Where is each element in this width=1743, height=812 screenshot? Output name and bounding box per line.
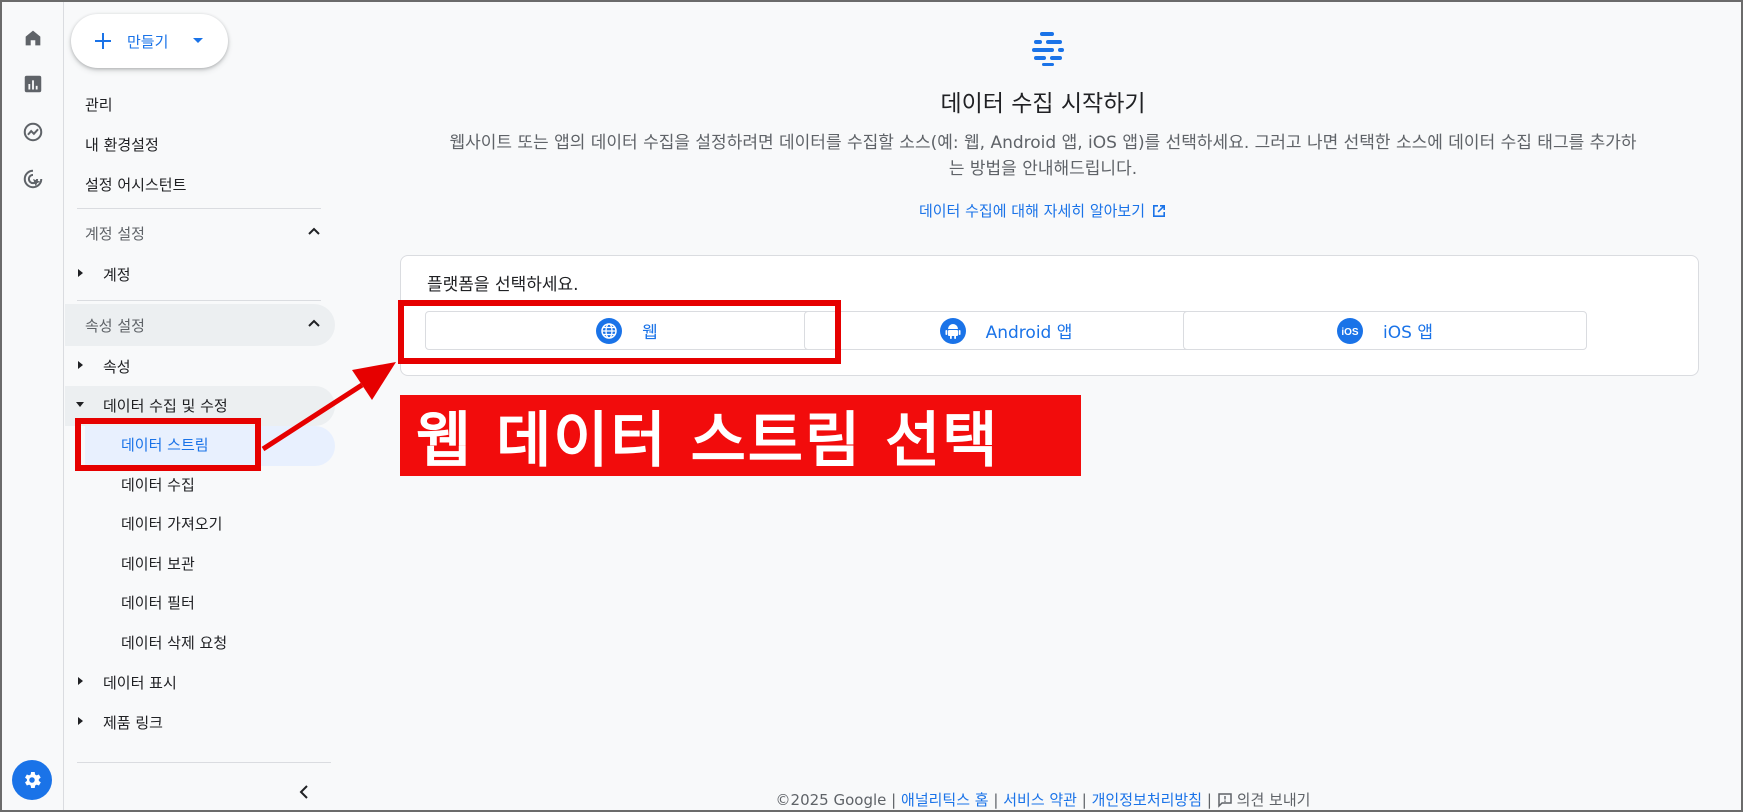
footer-separator: | bbox=[1206, 791, 1212, 809]
learn-more-link[interactable]: 데이터 수집에 대해 자세히 알아보기 bbox=[345, 200, 1741, 221]
expand-arrow-icon[interactable] bbox=[78, 677, 83, 685]
footer-link-analytics-home[interactable]: 애널리틱스 홈 bbox=[901, 791, 989, 809]
sidebar-item-data-retention[interactable]: 데이터 보관 bbox=[121, 553, 195, 574]
annotation-highlight-data-streams bbox=[75, 418, 261, 471]
explore-icon[interactable] bbox=[17, 116, 49, 148]
feedback-button[interactable]: 의견 보내기 bbox=[1217, 791, 1311, 809]
feedback-label: 의견 보내기 bbox=[1236, 791, 1311, 809]
nav-rail bbox=[2, 2, 64, 810]
section-title: 계정 설정 bbox=[85, 224, 145, 243]
reports-icon[interactable] bbox=[17, 68, 49, 100]
sidebar-item-property[interactable]: 속성 bbox=[103, 356, 131, 377]
sidebar-item-data-import[interactable]: 데이터 가져오기 bbox=[121, 513, 222, 534]
create-button[interactable]: 만들기 bbox=[71, 14, 228, 68]
feedback-icon bbox=[1217, 793, 1232, 808]
data-collection-icon bbox=[1030, 30, 1066, 70]
annotation-highlight-web-button bbox=[398, 300, 841, 364]
plus-icon bbox=[95, 33, 111, 49]
android-icon bbox=[939, 317, 966, 344]
home-icon[interactable] bbox=[17, 22, 49, 54]
platform-prompt: 플랫폼을 선택하세요. bbox=[427, 275, 579, 295]
expand-arrow-icon[interactable] bbox=[78, 361, 83, 369]
admin-gear-icon[interactable] bbox=[12, 760, 52, 800]
sidebar-item-data-deletion-requests[interactable]: 데이터 삭제 요청 bbox=[121, 632, 227, 653]
section-account-settings[interactable]: 계정 설정 bbox=[65, 212, 335, 254]
admin-sidebar: 만들기 관리 내 환경설정 설정 어시스턴트 계정 설정 계정 속성 설정 속성… bbox=[65, 2, 345, 810]
svg-text:iOS: iOS bbox=[1341, 327, 1359, 338]
platform-android-button[interactable]: Android 앱 bbox=[804, 311, 1208, 350]
footer-link-terms[interactable]: 서비스 약관 bbox=[1003, 791, 1077, 809]
chevron-up-icon bbox=[308, 227, 320, 235]
ios-icon: iOS bbox=[1337, 317, 1364, 344]
annotation-callout: 웹 데이터 스트림 선택 bbox=[400, 395, 1081, 476]
footer-separator: | bbox=[1081, 791, 1087, 809]
chevron-down-icon bbox=[193, 38, 204, 43]
section-title: 속성 설정 bbox=[85, 316, 145, 335]
collapse-arrow-icon[interactable] bbox=[76, 402, 84, 407]
sidebar-item-data-collection[interactable]: 데이터 수집 bbox=[121, 474, 195, 495]
platform-ios-label: iOS 앱 bbox=[1383, 323, 1433, 343]
expand-arrow-icon[interactable] bbox=[78, 717, 83, 725]
expand-arrow-icon[interactable] bbox=[78, 269, 83, 277]
footer: ©2025 Google | 애널리틱스 홈 | 서비스 약관 | 개인정보처리… bbox=[345, 789, 1741, 810]
divider bbox=[77, 762, 331, 763]
footer-link-privacy[interactable]: 개인정보처리방침 bbox=[1092, 791, 1202, 809]
create-button-label: 만들기 bbox=[127, 32, 169, 51]
page-title: 데이터 수집 시작하기 bbox=[940, 91, 1146, 117]
platform-android-label: Android 앱 bbox=[985, 323, 1073, 343]
footer-separator: | bbox=[891, 791, 897, 809]
open-in-new-icon bbox=[1153, 205, 1166, 217]
sidebar-item-admin[interactable]: 관리 bbox=[85, 94, 113, 115]
sidebar-item-setup-assistant[interactable]: 설정 어시스턴트 bbox=[85, 174, 186, 195]
chevron-left-icon[interactable] bbox=[297, 784, 311, 804]
advertising-icon[interactable] bbox=[17, 163, 49, 195]
footer-copyright: ©2025 Google bbox=[775, 791, 887, 809]
platform-ios-button[interactable]: iOS iOS 앱 bbox=[1183, 311, 1587, 350]
footer-separator: | bbox=[993, 791, 999, 809]
divider bbox=[77, 300, 321, 301]
sidebar-item-account[interactable]: 계정 bbox=[103, 264, 131, 285]
divider bbox=[77, 208, 321, 209]
learn-more-label: 데이터 수집에 대해 자세히 알아보기 bbox=[918, 202, 1146, 220]
section-property-settings[interactable]: 속성 설정 bbox=[65, 304, 335, 346]
sidebar-item-data-collection-modification[interactable]: 데이터 수집 및 수정 bbox=[103, 395, 228, 416]
page-description: 웹사이트 또는 앱의 데이터 수집을 설정하려면 데이터를 수집할 소스(예: … bbox=[449, 133, 1637, 179]
chevron-up-icon bbox=[308, 319, 320, 327]
sidebar-item-data-filters[interactable]: 데이터 필터 bbox=[121, 592, 195, 613]
sidebar-item-preferences[interactable]: 내 환경설정 bbox=[85, 134, 159, 155]
sidebar-item-product-links[interactable]: 제품 링크 bbox=[103, 712, 163, 733]
sidebar-item-data-display[interactable]: 데이터 표시 bbox=[103, 672, 177, 693]
